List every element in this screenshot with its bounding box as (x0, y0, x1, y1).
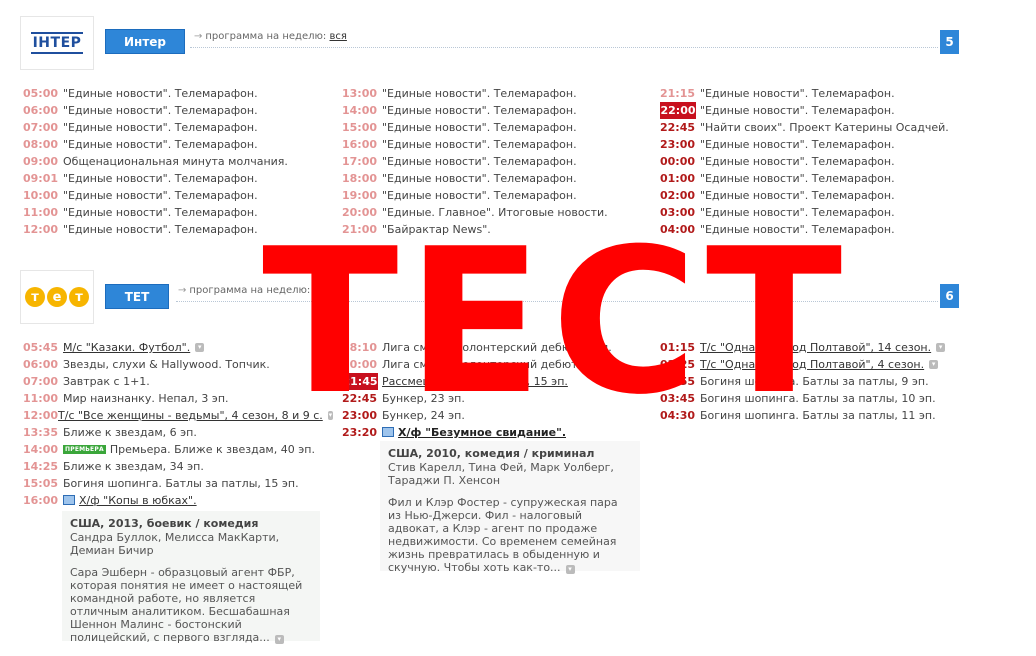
list-item[interactable]: 16:00 "Единые новости". Телемарафон. (342, 136, 642, 153)
list-item[interactable]: 06:00 "Единые новости". Телемарафон. (23, 102, 323, 119)
list-item[interactable]: 15:05 Богиня шопинга. Батлы за патлы, 15 … (23, 475, 333, 492)
tet-logo-letter: т (69, 287, 89, 307)
list-item[interactable]: 01:15 Т/с "Однажды под Полтавой", 14 сезо… (660, 339, 990, 356)
list-item[interactable]: 01:00 "Единые новости". Телемарафон. (660, 170, 990, 187)
list-item[interactable]: 20:00 "Единые. Главное". Итоговые новости… (342, 204, 642, 221)
list-item[interactable]: 12:00 "Единые новости". Телемарафон. (23, 221, 323, 238)
list-item[interactable]: 20:00 Лига смеха. Волонтерский дебют, 3 э… (342, 356, 642, 373)
inter-channel-number[interactable]: 5 (940, 30, 959, 54)
film-description-card: США, 2010, комедия / криминал Стив Карел… (380, 441, 640, 574)
inter-week-all-link[interactable]: вся (330, 31, 347, 42)
list-item[interactable]: 05:45 М/с "Казаки. Футбол". ▾ (23, 339, 333, 356)
list-item[interactable]: 13:00 "Единые новости". Телемарафон. (342, 85, 642, 102)
tet-logo-letter: е (47, 287, 67, 307)
film-cast: Сандра Буллок, Мелисса МакКарти, Демиан … (70, 531, 280, 557)
list-item[interactable]: 02:55 Богиня шопинга. Батлы за патлы, 9 э… (660, 373, 990, 390)
list-item[interactable]: 19:00 "Единые новости". Телемарафон. (342, 187, 642, 204)
list-item[interactable]: 11:00 Мир наизнанку. Непал, 3 эп. (23, 390, 333, 407)
list-item[interactable]: 04:30 Богиня шопинга. Батлы за патлы, 11 … (660, 407, 990, 424)
expand-icon[interactable]: ▾ (929, 360, 939, 369)
tet-channel-number[interactable]: 6 (940, 284, 959, 308)
list-item[interactable]: 14:25 Ближе к звездам, 34 эп. (23, 458, 333, 475)
current-time-badge: 21:45 (342, 373, 378, 390)
list-item[interactable]: 21:15 "Единые новости". Телемарафон. (660, 85, 990, 102)
list-item[interactable]: 22:45 Бункер, 23 эп. (342, 390, 642, 407)
week-label: программа на неделю: (205, 31, 327, 42)
tet-channel-button[interactable]: ТЕТ (105, 284, 169, 309)
list-item[interactable]: 03:45 Богиня шопинга. Батлы за патлы, 10 … (660, 390, 990, 407)
inter-channel-button[interactable]: Интер (105, 29, 185, 54)
premiere-badge: ПРЕМЬЕРА (63, 445, 106, 454)
film-meta: США, 2013, боевик / комедия (70, 517, 259, 530)
tet-logo-letter: т (25, 287, 45, 307)
list-item[interactable]: 23:00 "Единые новости". Телемарафон. (660, 136, 990, 153)
arrow-right-icon: → (194, 31, 203, 42)
film-meta: США, 2010, комедия / криминал (388, 447, 595, 460)
list-item[interactable]: 21:00 "Байрактар News". (342, 221, 642, 238)
list-item[interactable]: 23:00 Бункер, 24 эп. (342, 407, 642, 424)
list-item[interactable]: 10:00 "Единые новости". Телемарафон. (23, 187, 323, 204)
inter-col-1: 05:00 "Единые новости". Телемарафон. 06:0… (23, 85, 323, 238)
current-time-badge: 22:00 (660, 102, 696, 119)
list-item[interactable]: 15:00 "Единые новости". Телемарафон. (342, 119, 642, 136)
list-item[interactable]: 09:01 "Единые новости". Телемарафон. (23, 170, 323, 187)
list-item[interactable]: 14:00 ПРЕМЬЕРА Премьера. Ближе к звездам, … (23, 441, 333, 458)
list-item[interactable]: 14:00 "Единые новости". Телемарафон. (342, 102, 642, 119)
list-item[interactable]: 17:00 "Единые новости". Телемарафон. (342, 153, 642, 170)
list-item[interactable]: 09:00 Общенациональная минута молчания. (23, 153, 323, 170)
film-description: Фил и Клэр Фостер - супружеская пара из … (388, 496, 618, 574)
expand-icon[interactable]: ▾ (936, 343, 946, 352)
tet-week-all-link[interactable]: вся (314, 285, 331, 296)
list-item[interactable]: 06:00 Звезды, слухи & Hallywood. Топчик. (23, 356, 333, 373)
list-item[interactable]: 13:35 Ближе к звездам, 6 эп. (23, 424, 333, 441)
expand-icon[interactable]: ▾ (195, 343, 205, 352)
tet-col-1: 05:45 М/с "Казаки. Футбол". ▾ 06:00 Звезды,… (23, 339, 333, 509)
inter-week-program: → программа на неделю: вся (194, 31, 347, 42)
inter-logo-text: ІНТЕР (30, 32, 84, 54)
film-icon (63, 495, 75, 505)
list-item[interactable]: 08:00 "Единые новости". Телемарафон. (23, 136, 323, 153)
list-item[interactable]: 00:00 "Единые новости". Телемарафон. (660, 153, 990, 170)
film-icon (382, 427, 394, 437)
list-item[interactable]: 23:20 Х/ф "Безумное свидание". (342, 424, 642, 441)
divider (190, 47, 938, 48)
tet-week-program: → программа на неделю: вся (178, 285, 331, 296)
expand-icon[interactable]: ▾ (274, 635, 284, 644)
arrow-right-icon: → (178, 285, 187, 296)
list-item-current[interactable]: 22:00 "Единые новости". Телемарафон. (660, 102, 990, 119)
list-item[interactable]: 05:00 "Единые новости". Телемарафон. (23, 85, 323, 102)
film-description-card: США, 2013, боевик / комедия Сандра Булло… (62, 511, 320, 644)
expand-icon[interactable]: ▾ (327, 411, 333, 420)
list-item-current[interactable]: 21:45 Рассмеши комика. Сезон, 15 эп. (342, 373, 642, 390)
divider (176, 301, 938, 302)
list-item[interactable]: 04:00 "Единые новости". Телемарафон. (660, 221, 990, 238)
list-item[interactable]: 12:00 Т/с "Все женщины - ведьмы", 4 сезон… (23, 407, 333, 424)
inter-col-3: 21:15 "Единые новости". Телемарафон. 22:0… (660, 85, 990, 238)
list-item[interactable]: 07:00 "Единые новости". Телемарафон. (23, 119, 323, 136)
list-item[interactable]: 18:10 Лига смеха. Волонтерский дебют, 2 э… (342, 339, 642, 356)
inter-logo[interactable]: ІНТЕР (20, 16, 94, 70)
tet-logo[interactable]: т е т (20, 270, 94, 324)
list-item[interactable]: 22:45 "Найти своих". Проект Катерины Осад… (660, 119, 990, 136)
film-description: Сара Эшберн - образцовый агент ФБР, кото… (70, 566, 303, 644)
list-item[interactable]: 02:00 "Единые новости". Телемарафон. (660, 187, 990, 204)
list-item[interactable]: 03:00 "Единые новости". Телемарафон. (660, 204, 990, 221)
list-item[interactable]: 07:00 Завтрак с 1+1. (23, 373, 333, 390)
list-item[interactable]: 16:00 Х/ф "Копы в юбках". (23, 492, 333, 509)
inter-col-2: 13:00 "Единые новости". Телемарафон. 14:0… (342, 85, 642, 238)
tet-col-3: 01:15 Т/с "Однажды под Полтавой", 14 сезо… (660, 339, 990, 424)
week-label: программа на неделю: (189, 285, 311, 296)
list-item[interactable]: 02:25 Т/с "Однажды под Полтавой", 4 сезон… (660, 356, 990, 373)
list-item[interactable]: 11:00 "Единые новости". Телемарафон. (23, 204, 323, 221)
tet-col-2: 18:10 Лига смеха. Волонтерский дебют, 2 э… (342, 339, 642, 441)
list-item[interactable]: 18:00 "Единые новости". Телемарафон. (342, 170, 642, 187)
expand-icon[interactable]: ▾ (565, 565, 575, 574)
film-cast: Стив Карелл, Тина Фей, Марк Уолберг, Тар… (388, 461, 614, 487)
